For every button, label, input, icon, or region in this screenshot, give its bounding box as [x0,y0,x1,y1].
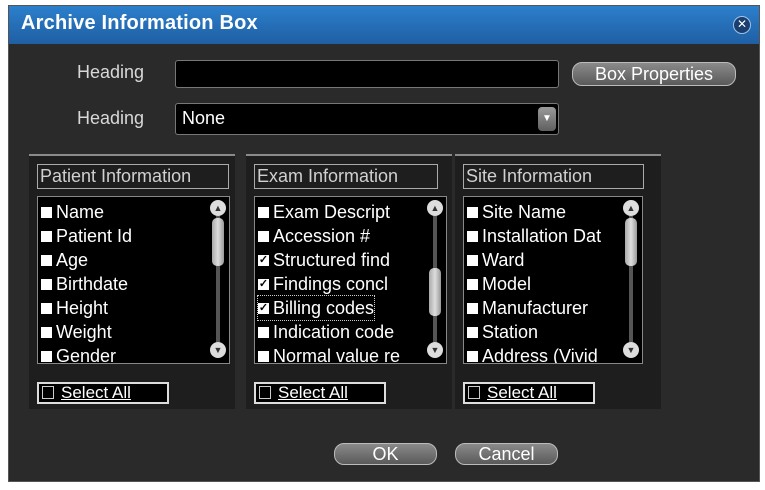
chevron-down-icon[interactable]: ▼ [538,107,556,131]
checkbox[interactable] [467,278,478,290]
site-information-list[interactable]: Site Name Installation Dat Ward Model Ma… [463,196,643,364]
list-item[interactable]: Exam Descript [258,200,390,224]
list-item[interactable]: ✓ Structured find [258,248,390,272]
list-item[interactable]: Patient Id [41,224,132,248]
archive-information-dialog: Archive Information Box ✕ Heading Box Pr… [8,5,760,482]
heading-select[interactable]: None ▼ [175,103,559,135]
list-item[interactable]: Name [41,200,104,224]
select-all-button[interactable]: Select All [463,382,595,404]
select-all-button[interactable]: Select All [37,382,169,404]
list-item[interactable]: Birthdate [41,272,128,296]
checkbox[interactable] [467,326,478,338]
panel-title: Site Information [463,164,644,189]
list-item[interactable]: Ward [467,248,524,272]
list-item-focused[interactable]: ✓ Billing codes [256,295,376,321]
site-information-panel: Site Information Site Name Installation … [455,154,661,409]
scroll-up-icon[interactable]: ▲ [427,200,443,216]
scrollbar[interactable]: ▲ ▼ [427,200,443,358]
scroll-thumb[interactable] [625,218,637,266]
list-item[interactable]: Age [41,248,88,272]
scroll-up-icon[interactable]: ▲ [623,200,639,216]
scrollbar[interactable]: ▲ ▼ [623,200,639,358]
checkbox[interactable] [468,386,480,399]
dialog-title: Archive Information Box [21,12,258,34]
exam-information-panel: Exam Information Exam Descript Accession… [246,154,452,409]
list-item[interactable]: Manufacturer [467,296,588,320]
ok-button[interactable]: OK [334,443,437,465]
list-item[interactable]: Station [467,320,538,344]
heading-select-value: None [182,108,226,128]
checkbox[interactable] [41,206,52,218]
list-item[interactable]: Site Name [467,200,566,224]
checkbox-checked[interactable]: ✓ [258,302,269,314]
cancel-button[interactable]: Cancel [455,443,558,465]
checkbox[interactable] [467,302,478,314]
checkbox[interactable] [258,230,269,242]
scroll-down-icon[interactable]: ▼ [210,342,226,358]
scroll-down-icon[interactable]: ▼ [623,342,639,358]
checkbox-checked[interactable]: ✓ [258,278,269,290]
scroll-up-icon[interactable]: ▲ [210,200,226,216]
checkbox[interactable] [258,206,269,218]
title-bar: Archive Information Box ✕ [9,6,759,44]
checkbox[interactable] [467,206,478,218]
heading-select-label: Heading [77,108,145,128]
list-item[interactable]: ✓ Findings concl [258,272,388,296]
checkbox[interactable] [258,350,269,362]
list-item[interactable]: Installation Dat [467,224,601,248]
heading-text-field[interactable] [175,60,559,88]
heading-label: Heading [77,62,145,82]
scroll-thumb[interactable] [212,218,224,266]
checkbox[interactable] [41,254,52,266]
list-item[interactable]: Address (Vivid [467,344,598,363]
checkbox[interactable] [41,302,52,314]
close-icon[interactable]: ✕ [733,16,751,34]
box-properties-button[interactable]: Box Properties [572,62,736,86]
panel-title: Exam Information [254,164,438,189]
panel-title: Patient Information [37,164,229,189]
exam-information-list[interactable]: Exam Descript Accession # ✓ Structured fi… [254,196,447,364]
scrollbar[interactable]: ▲ ▼ [210,200,226,358]
scroll-thumb[interactable] [429,268,441,316]
select-all-button[interactable]: Select All [254,382,386,404]
checkbox[interactable] [467,350,478,362]
checkbox[interactable] [41,278,52,290]
scroll-down-icon[interactable]: ▼ [427,342,443,358]
list-item[interactable]: Accession # [258,224,370,248]
checkbox[interactable] [41,230,52,242]
checkbox[interactable] [259,386,271,399]
checkbox[interactable] [41,350,52,362]
checkbox[interactable] [467,230,478,242]
list-item[interactable]: Height [41,296,108,320]
patient-information-list[interactable]: Name Patient Id Age Birthdate Height Wei… [37,196,230,364]
list-item[interactable]: Normal value re [258,344,400,363]
list-item[interactable]: Gender [41,344,116,363]
checkbox[interactable] [258,326,269,338]
checkbox[interactable] [467,254,478,266]
checkbox[interactable] [42,386,54,399]
list-item[interactable]: Weight [41,320,112,344]
checkbox[interactable] [41,326,52,338]
list-item[interactable]: Model [467,272,531,296]
patient-information-panel: Patient Information Name Patient Id Age … [29,154,235,409]
checkbox-checked[interactable]: ✓ [258,254,269,266]
list-item[interactable]: Indication code [258,320,394,344]
